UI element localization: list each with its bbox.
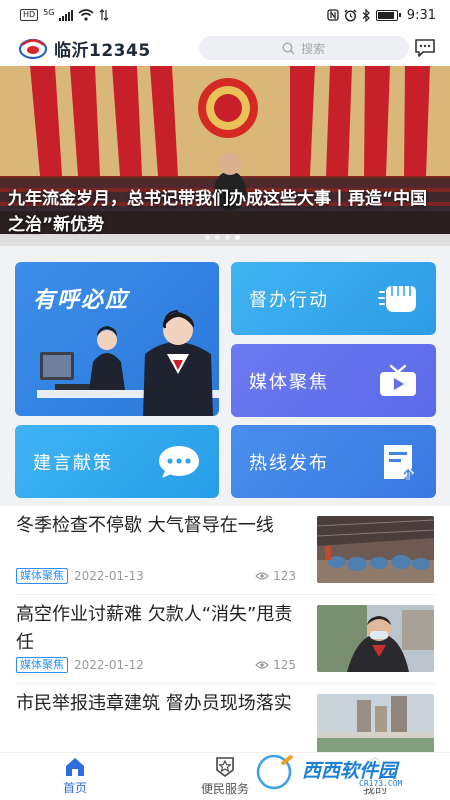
tile-youhubiying[interactable]: 有呼必应 bbox=[15, 262, 219, 416]
news-tag: 媒体聚焦 bbox=[16, 568, 68, 584]
alarm-icon bbox=[344, 9, 357, 22]
banner-dot-active[interactable] bbox=[235, 235, 240, 240]
fist-icon bbox=[378, 285, 416, 312]
tile-jianyan[interactable]: 建言献策 bbox=[15, 425, 219, 498]
tile-rexian[interactable]: 热线发布 bbox=[231, 425, 436, 498]
news-title: 冬季检查不停歇 大气督导在一线 bbox=[16, 515, 274, 536]
watermark-subtext: CR173.COM bbox=[359, 779, 403, 788]
banner-dot[interactable] bbox=[205, 235, 210, 240]
app-logo[interactable]: 临沂12345 bbox=[18, 36, 151, 61]
news-views: 123 bbox=[255, 569, 296, 583]
eye-icon bbox=[255, 661, 269, 669]
chat-bubble-icon bbox=[159, 445, 199, 478]
news-view-count: 125 bbox=[273, 658, 296, 672]
hd-badge: HD bbox=[20, 9, 39, 21]
banner-title: 九年流金岁月，总书记带我们办成这些大事丨再造“中国之治”新优势 bbox=[8, 189, 428, 235]
nav-services-label: 便民服务 bbox=[200, 782, 249, 796]
message-icon bbox=[415, 39, 435, 57]
list-item[interactable]: 市民举报违章建筑 督办员现场落实 bbox=[16, 684, 434, 752]
app-name: 临沂12345 bbox=[54, 40, 151, 61]
search-input[interactable]: 搜索 bbox=[198, 36, 409, 60]
status-time: 9:31 bbox=[406, 7, 436, 23]
wifi-icon bbox=[78, 9, 95, 21]
tile-rexian-label: 热线发布 bbox=[249, 452, 329, 474]
status-right: 9:31 bbox=[327, 8, 436, 23]
list-item[interactable]: 冬季检查不停歇 大气督导在一线 媒体聚焦 2022-01-13 123 bbox=[16, 506, 434, 595]
tile-duban[interactable]: 督办行动 bbox=[231, 262, 436, 335]
news-thumbnail bbox=[317, 516, 434, 583]
news-date: 2022-01-12 bbox=[74, 658, 144, 672]
app-header: 临沂12345 搜索 bbox=[0, 30, 450, 66]
tile-jianyan-label: 建言献策 bbox=[33, 452, 113, 474]
eye-icon bbox=[255, 572, 269, 580]
news-tag: 媒体聚焦 bbox=[16, 657, 68, 673]
status-left: HD 5G bbox=[20, 7, 109, 21]
tile-duban-label: 督办行动 bbox=[249, 289, 329, 311]
status-bar: HD 5G 9:31 bbox=[0, 0, 450, 30]
site-watermark: 西西软件园 CR173.COM bbox=[254, 752, 434, 792]
list-item[interactable]: 高空作业讨薪难 欠款人“消失”甩责任 媒体聚焦 2022-01-12 125 bbox=[16, 595, 434, 684]
home-icon bbox=[66, 758, 84, 776]
bluetooth-icon bbox=[362, 8, 370, 22]
nav-home-label: 首页 bbox=[62, 781, 87, 795]
logo-mark-icon bbox=[18, 38, 48, 60]
call-center-illustration bbox=[37, 310, 219, 416]
news-meta: 媒体聚焦 2022-01-13 123 bbox=[16, 568, 296, 584]
news-views: 125 bbox=[255, 658, 296, 672]
star-badge-icon bbox=[216, 757, 234, 777]
banner-pagination bbox=[205, 235, 240, 240]
nav-home[interactable]: 首页 bbox=[0, 753, 150, 800]
network-arrows-icon bbox=[100, 9, 109, 21]
news-title: 市民举报违章建筑 督办员现场落实 bbox=[16, 693, 292, 714]
search-placeholder: 搜索 bbox=[301, 41, 326, 56]
tv-play-icon bbox=[380, 364, 416, 396]
news-banner[interactable]: 九年流金岁月，总书记带我们办成这些大事丨再造“中国之治”新优势 bbox=[0, 66, 450, 246]
banner-dot[interactable] bbox=[215, 235, 220, 240]
banner-dot[interactable] bbox=[225, 235, 230, 240]
search-icon bbox=[282, 41, 295, 55]
network-type: 5G bbox=[43, 7, 55, 17]
message-button[interactable] bbox=[412, 35, 438, 61]
news-date: 2022-01-13 bbox=[74, 569, 144, 583]
tile-meiti-label: 媒体聚焦 bbox=[249, 371, 329, 393]
news-list: 冬季检查不停歇 大气督导在一线 媒体聚焦 2022-01-13 123 高空作业… bbox=[0, 506, 450, 752]
news-title: 高空作业讨薪难 欠款人“消失”甩责任 bbox=[16, 604, 293, 653]
news-meta: 媒体聚焦 2022-01-12 125 bbox=[16, 657, 296, 673]
signal-icon bbox=[59, 9, 74, 21]
tile-meiti[interactable]: 媒体聚焦 bbox=[231, 344, 436, 417]
document-upload-icon bbox=[384, 444, 415, 480]
news-thumbnail bbox=[317, 694, 434, 752]
news-thumbnail bbox=[317, 605, 434, 672]
battery-icon bbox=[375, 9, 401, 21]
news-view-count: 123 bbox=[273, 569, 296, 583]
nfc-icon bbox=[327, 9, 339, 21]
